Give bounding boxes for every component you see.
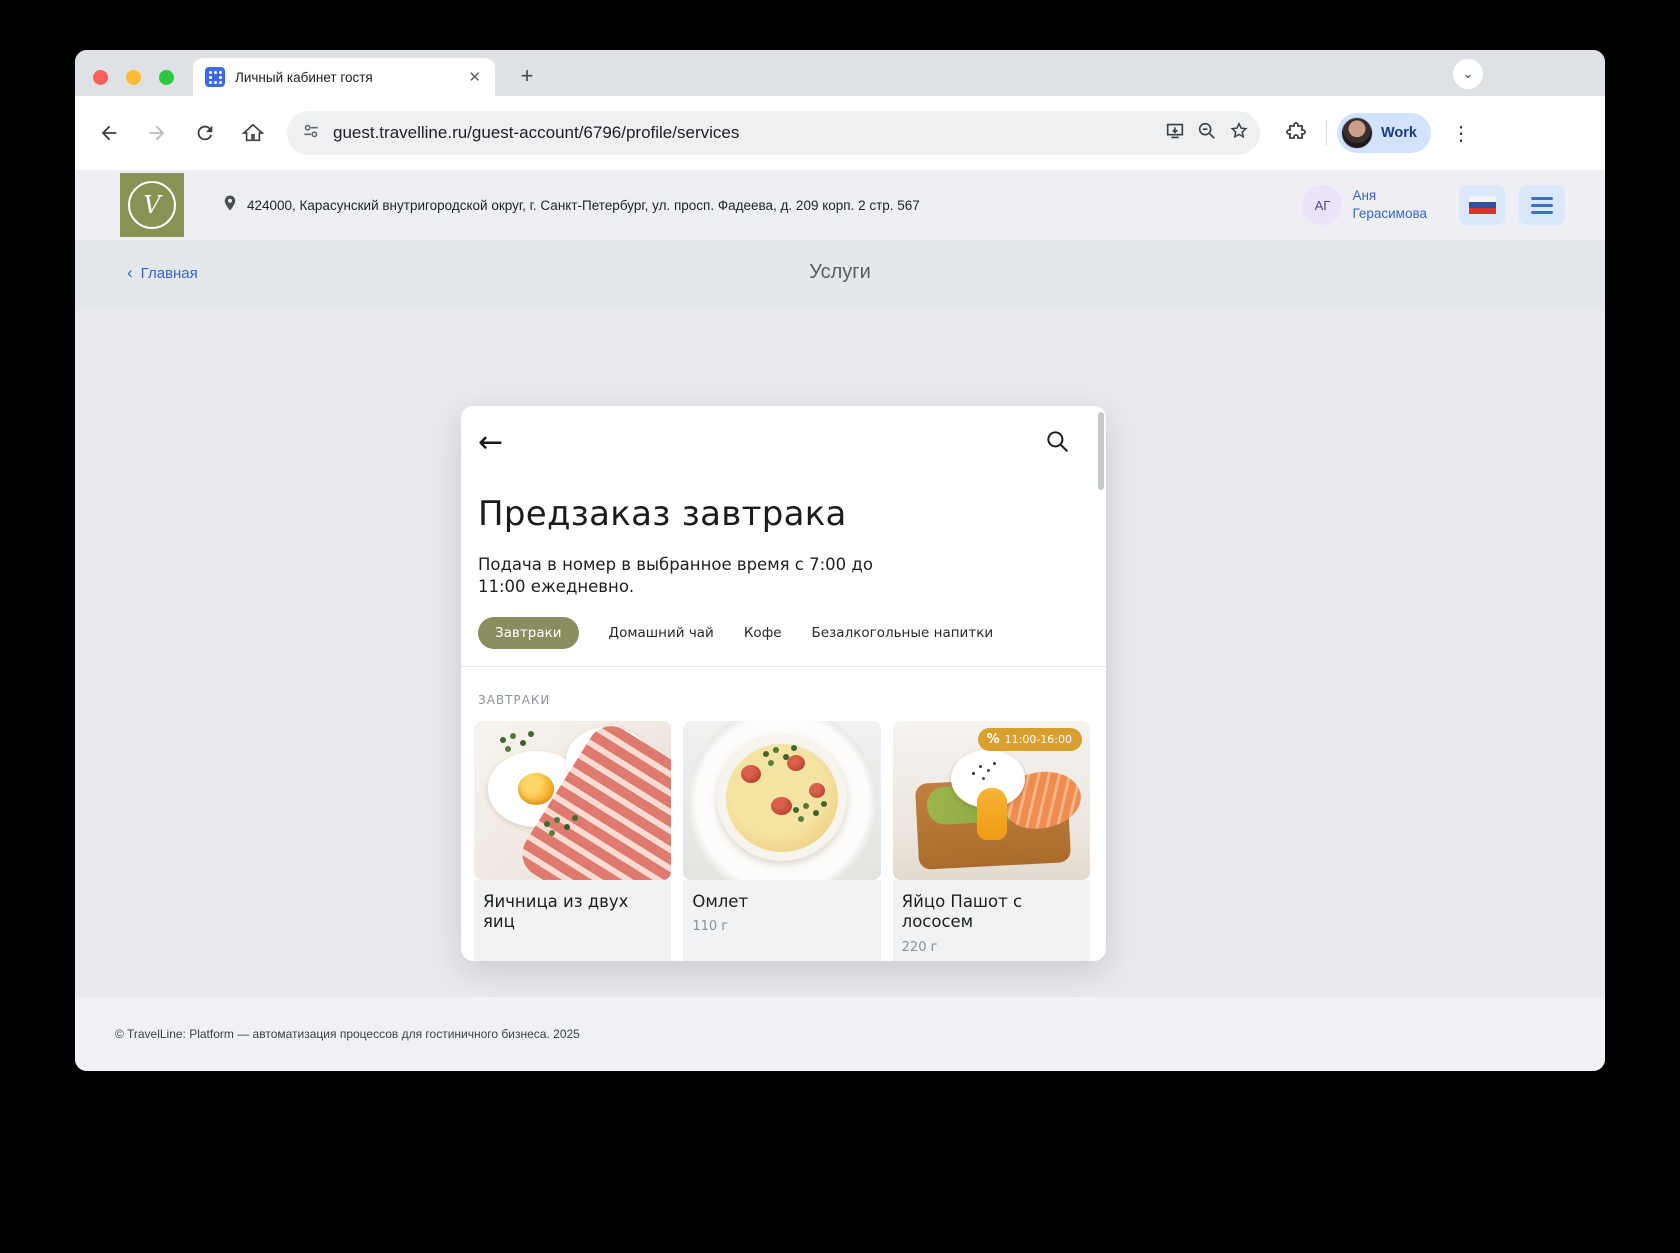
dish-weight: 220 г	[901, 939, 938, 955]
dish-weight: 110 г	[692, 919, 729, 935]
hamburger-icon	[1531, 196, 1553, 214]
search-icon[interactable]	[1044, 428, 1070, 458]
browser-toolbar: guest.travelline.ru/guest-account/6796/p…	[75, 96, 1605, 170]
tab-home-tea[interactable]: Домашний чай	[609, 625, 714, 641]
bookmark-star-icon[interactable]	[1228, 120, 1250, 147]
dish-title: Яичница из двух яиц	[483, 891, 629, 932]
site-footer: © TravelLine: Platform — автоматизация п…	[75, 997, 1605, 1071]
percent-icon: %	[986, 731, 1000, 747]
hotel-logo-ring: V	[128, 181, 176, 229]
hotel-logo[interactable]: V	[120, 173, 184, 237]
category-tabs: Завтраки Домашний чай Кофе Безалкогольны…	[478, 616, 1080, 666]
close-window-button[interactable]	[93, 70, 108, 85]
browser-menu-icon[interactable]: ⋮	[1441, 113, 1481, 153]
forward-icon[interactable]	[137, 113, 177, 153]
extensions-icon[interactable]	[1276, 113, 1316, 153]
section-label: ЗАВТРАКИ	[478, 692, 551, 707]
dish-card[interactable]: % 11:00-16:00 Яйцо Пашот с лососем 220 г	[892, 720, 1090, 961]
profile-label: Work	[1381, 125, 1417, 141]
url-text[interactable]: guest.travelline.ru/guest-account/6796/p…	[333, 123, 1164, 143]
page-nav-band: ‹ Главная Услуги	[75, 240, 1605, 310]
location-pin-icon	[221, 192, 239, 219]
copyright-text: © TravelLine: Platform — автоматизация п…	[115, 1027, 580, 1041]
service-title: Предзаказ завтрака	[478, 494, 847, 534]
dish-card[interactable]: Омлет 110 г	[683, 720, 881, 961]
hotel-address: 424000, Карасунский внутригородской окру…	[221, 192, 920, 219]
main-content: ← Предзаказ завтрака Подача в номер в вы…	[75, 310, 1605, 997]
dish-title: Яйцо Пашот с лососем	[901, 891, 1023, 932]
dish-cards: Яичница из двух яиц Омлет 110 г % 11:00-…	[461, 720, 1106, 961]
browser-profile-chip[interactable]: Work	[1337, 113, 1431, 153]
tab-search-button[interactable]: ⌄	[1453, 59, 1483, 89]
fullscreen-window-button[interactable]	[159, 70, 174, 85]
desktop-background: Личный кабинет гостя ✕ + ⌄ guest.travell…	[0, 0, 1680, 1253]
toolbar-separator	[1326, 120, 1327, 146]
reload-icon[interactable]	[185, 113, 225, 153]
travelline-favicon-icon	[205, 67, 225, 87]
minimize-window-button[interactable]	[126, 70, 141, 85]
service-description: Подача в номер в выбранное время с 7:00 …	[478, 555, 873, 597]
menu-button[interactable]	[1519, 185, 1565, 225]
user-account[interactable]: АГ Аня Герасимова	[1302, 185, 1427, 225]
zoom-out-icon[interactable]	[1196, 120, 1218, 147]
tab-breakfasts[interactable]: Завтраки	[478, 616, 579, 649]
russian-flag-icon	[1468, 195, 1496, 215]
hotel-logo-monogram: V	[143, 191, 161, 219]
install-app-icon[interactable]	[1164, 120, 1186, 147]
breakfast-preorder-modal: ← Предзаказ завтрака Подача в номер в вы…	[461, 406, 1106, 961]
browser-window: Личный кабинет гостя ✕ + ⌄ guest.travell…	[75, 50, 1605, 1071]
dish-title: Омлет	[692, 891, 749, 911]
dish-photo-poached-egg: % 11:00-16:00	[892, 720, 1090, 880]
tab-soft-drinks[interactable]: Безалкогольные напитки	[812, 625, 994, 641]
modal-scrollbar[interactable]	[1098, 412, 1104, 490]
discount-badge: % 11:00-16:00	[977, 727, 1082, 751]
tab-coffee[interactable]: Кофе	[744, 625, 782, 641]
page-title: Услуги	[809, 261, 871, 283]
dish-card[interactable]: Яичница из двух яиц	[474, 720, 672, 961]
site-header: V 424000, Карасунский внутригородской ок…	[75, 170, 1605, 240]
macos-traffic-lights	[93, 70, 174, 85]
discount-time-range: 11:00-16:00	[1004, 732, 1072, 746]
dish-photo-fried-eggs	[474, 720, 672, 880]
tab-close-icon[interactable]: ✕	[466, 68, 483, 86]
home-icon[interactable]	[233, 113, 273, 153]
browser-tab-strip: Личный кабинет гостя ✕ + ⌄	[75, 50, 1605, 96]
modal-back-arrow-icon[interactable]: ←	[478, 428, 503, 458]
site-settings-icon[interactable]	[301, 121, 321, 146]
tab-title: Личный кабинет гостя	[235, 69, 373, 85]
hotel-address-text: 424000, Карасунский внутригородской окру…	[247, 197, 920, 213]
browser-tab[interactable]: Личный кабинет гостя ✕	[193, 58, 495, 96]
profile-avatar	[1341, 117, 1373, 149]
user-name: Аня Герасимова	[1352, 188, 1427, 221]
user-initials-avatar: АГ	[1302, 185, 1343, 225]
dish-photo-omelet	[683, 720, 881, 880]
url-bar[interactable]: guest.travelline.ru/guest-account/6796/p…	[287, 111, 1260, 155]
modal-divider	[461, 665, 1106, 667]
back-icon[interactable]	[89, 113, 129, 153]
new-tab-button[interactable]: +	[511, 60, 543, 92]
language-switcher-button[interactable]	[1459, 185, 1505, 225]
